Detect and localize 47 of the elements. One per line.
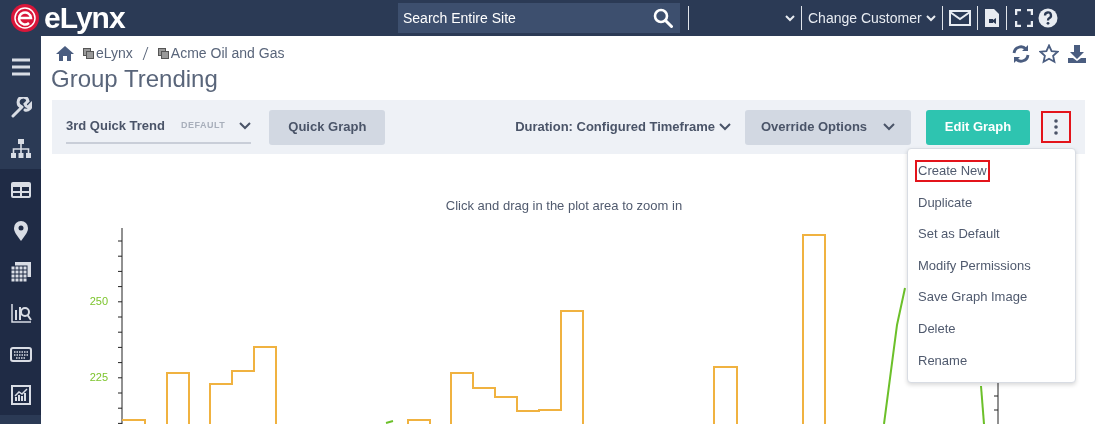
help-icon[interactable] xyxy=(1037,8,1058,28)
chart-hint: Click and drag in the plot area to zoom in xyxy=(445,198,683,213)
copy-icon xyxy=(157,47,169,59)
download-icon[interactable] xyxy=(1067,44,1087,64)
menu-item[interactable]: Create New xyxy=(908,155,1075,187)
trend-line xyxy=(980,385,985,424)
menu-item[interactable]: Save Graph Image xyxy=(908,281,1075,313)
menu-item[interactable]: Rename xyxy=(908,344,1075,377)
menu-item[interactable]: Set as Default xyxy=(908,218,1075,250)
star-icon[interactable] xyxy=(1039,44,1059,64)
document-icon[interactable] xyxy=(983,8,1000,28)
axis-label: 250 xyxy=(89,295,108,307)
axis-label: 225 xyxy=(89,371,108,383)
trend-selector[interactable]: 3rd Quick Trend DEFAULT xyxy=(66,110,252,144)
caret-icon xyxy=(239,122,252,130)
menu-item[interactable]: Modify Permissions xyxy=(908,249,1075,282)
menu-item[interactable]: Duplicate xyxy=(908,186,1075,219)
change-customer-menu[interactable]: Change Customer xyxy=(808,7,936,29)
search-field[interactable]: Search Entire Site xyxy=(398,3,680,33)
caret-icon xyxy=(785,14,795,22)
logo-text: eLynx xyxy=(44,3,125,33)
page-title: Group Trending xyxy=(51,67,219,91)
kebab-icon xyxy=(1054,119,1058,135)
y-axis xyxy=(993,382,999,424)
chart-icon[interactable] xyxy=(9,383,32,406)
search-icon xyxy=(653,8,673,28)
caret-icon xyxy=(883,123,896,131)
breadcrumb-link[interactable]: Acme Oil and Gas xyxy=(170,42,285,64)
caret-icon xyxy=(719,123,731,131)
wrench-icon[interactable] xyxy=(9,96,32,119)
more-options-button[interactable] xyxy=(1041,111,1071,143)
mail-icon[interactable] xyxy=(948,10,971,26)
copy-icon xyxy=(83,47,94,59)
trend-line xyxy=(385,420,394,424)
calendar-icon[interactable] xyxy=(9,260,32,283)
logo-icon xyxy=(10,3,40,33)
quick-graph-button[interactable]: Quick Graph xyxy=(269,109,386,145)
override-options-button[interactable]: Override Options xyxy=(745,109,911,145)
fullscreen-icon[interactable] xyxy=(1014,9,1033,27)
caret-icon xyxy=(925,14,936,22)
menu-item[interactable]: Delete xyxy=(908,312,1075,345)
chart-search-icon[interactable] xyxy=(9,301,32,324)
home-icon[interactable] xyxy=(55,44,75,62)
duration-dropdown[interactable]: Duration: Configured Timeframe xyxy=(515,117,731,137)
refresh-icon[interactable] xyxy=(1011,44,1031,64)
sitemap-icon[interactable] xyxy=(9,137,32,160)
breadcrumb-link[interactable]: eLynx xyxy=(96,42,133,64)
